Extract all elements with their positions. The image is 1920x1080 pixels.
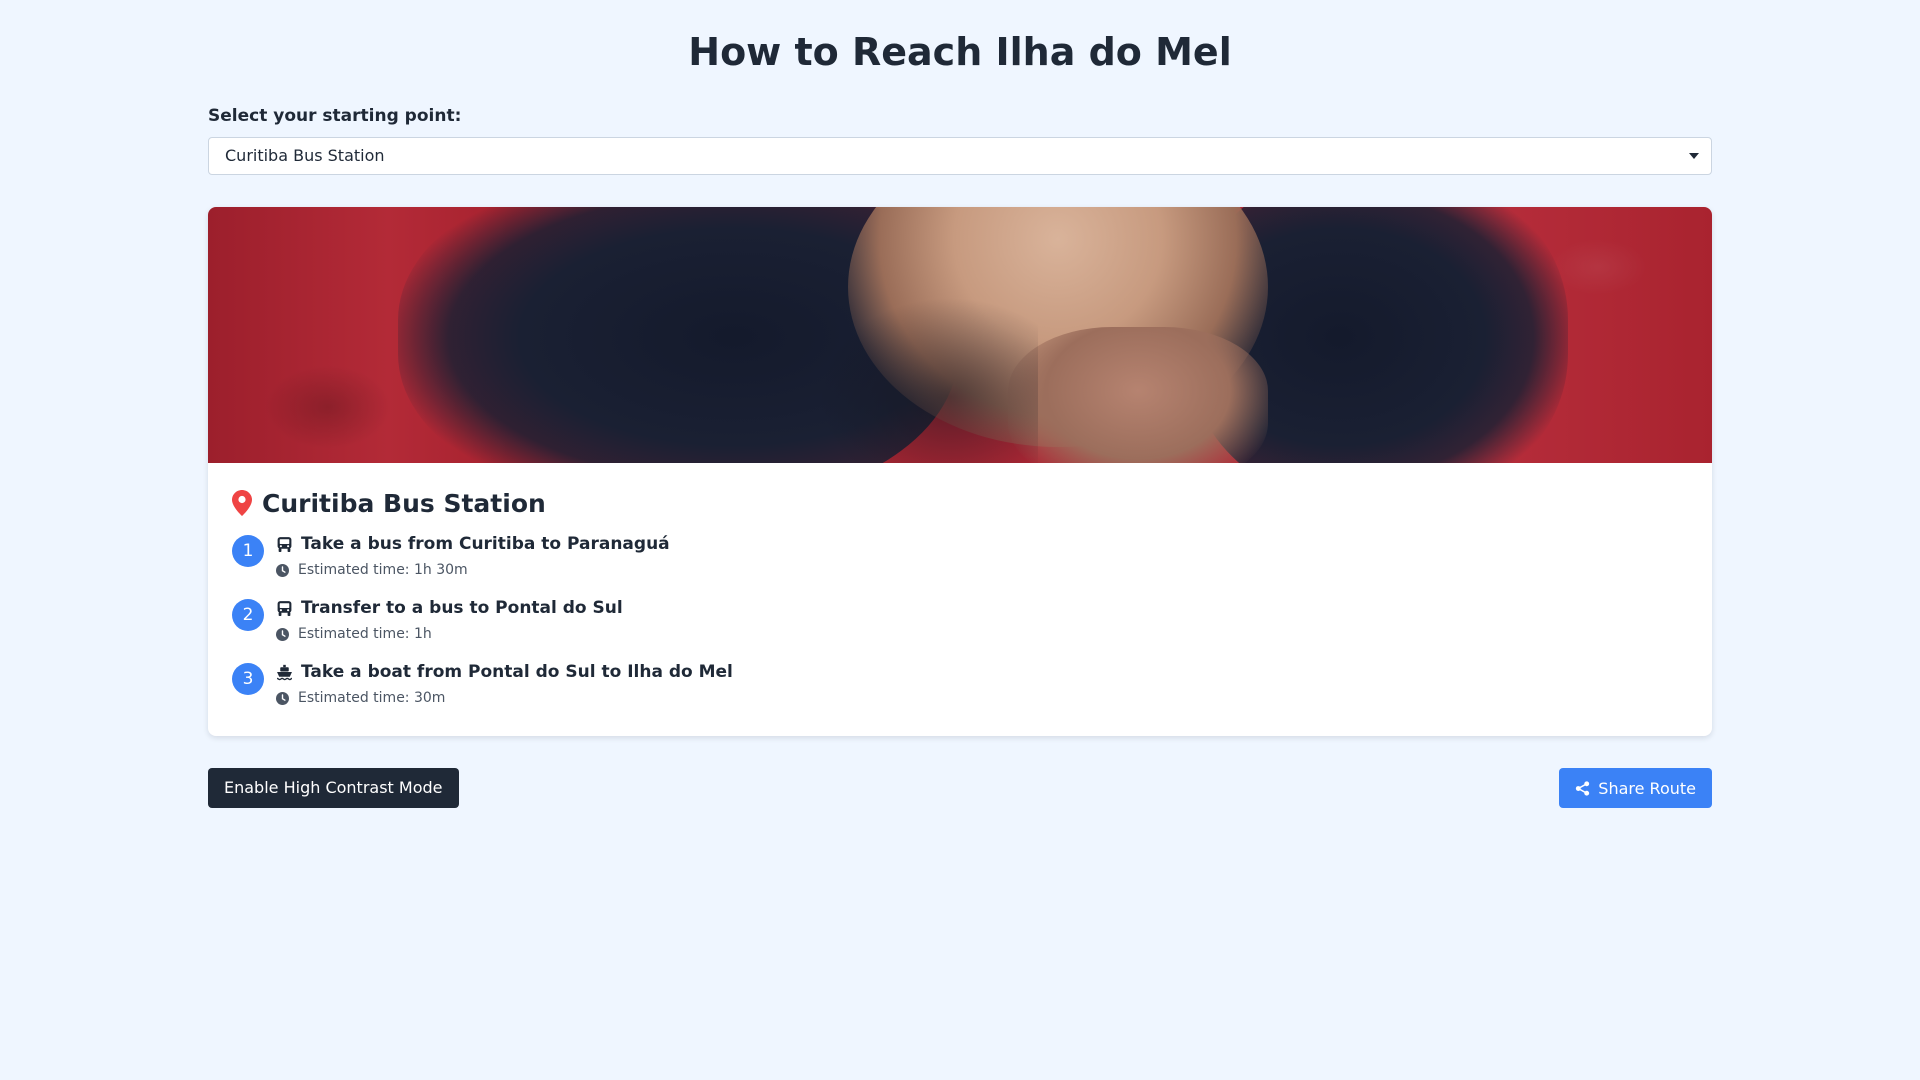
starting-point-label: Select your starting point: [208, 106, 462, 126]
share-route-label: Share Route [1598, 778, 1696, 798]
share-icon [1576, 780, 1590, 796]
page-title: How to Reach Ilha do Mel [688, 30, 1232, 74]
step-estimated-time: Estimated time: 30m [298, 690, 446, 706]
route-step: 3 Take a boat from Pontal do Sul to Ilha… [232, 661, 1688, 725]
location-photo [208, 207, 1712, 463]
route-step: 2 Transfer to a bus to Pontal do Sul Est… [232, 597, 1688, 661]
step-number: 2 [232, 599, 264, 631]
step-description: Take a bus from Curitiba to Paranaguá [301, 534, 670, 554]
location-heading: Curitiba Bus Station [232, 487, 1688, 519]
ship-icon [276, 664, 293, 680]
starting-point-select[interactable]: Curitiba Bus Station [208, 137, 1712, 175]
step-estimated-time: Estimated time: 1h 30m [298, 562, 468, 578]
route-card: Curitiba Bus Station 1 Take a bus from C… [208, 207, 1712, 736]
clock-icon [276, 563, 289, 577]
action-bar: Enable High Contrast Mode Share Route [208, 768, 1712, 808]
route-details: Curitiba Bus Station 1 Take a bus from C… [208, 463, 1712, 725]
clock-icon [276, 691, 289, 705]
high-contrast-button[interactable]: Enable High Contrast Mode [208, 768, 459, 808]
chevron-down-icon [1689, 153, 1699, 159]
clock-icon [276, 627, 289, 641]
bus-icon [277, 600, 292, 616]
share-route-button[interactable]: Share Route [1559, 768, 1712, 808]
step-number: 1 [232, 535, 264, 567]
page-container: How to Reach Ilha do Mel Select your sta… [208, 0, 1712, 808]
step-number: 3 [232, 663, 264, 695]
map-pin-icon [232, 490, 252, 516]
route-steps: 1 Take a bus from Curitiba to Paranaguá [232, 533, 1688, 725]
route-step: 1 Take a bus from Curitiba to Paranaguá [232, 533, 1688, 597]
step-description: Take a boat from Pontal do Sul to Ilha d… [301, 662, 733, 682]
bus-icon [277, 536, 292, 552]
starting-point-selected-value: Curitiba Bus Station [225, 146, 385, 165]
step-description: Transfer to a bus to Pontal do Sul [301, 598, 623, 618]
location-name: Curitiba Bus Station [262, 488, 546, 518]
step-estimated-time: Estimated time: 1h [298, 626, 432, 642]
